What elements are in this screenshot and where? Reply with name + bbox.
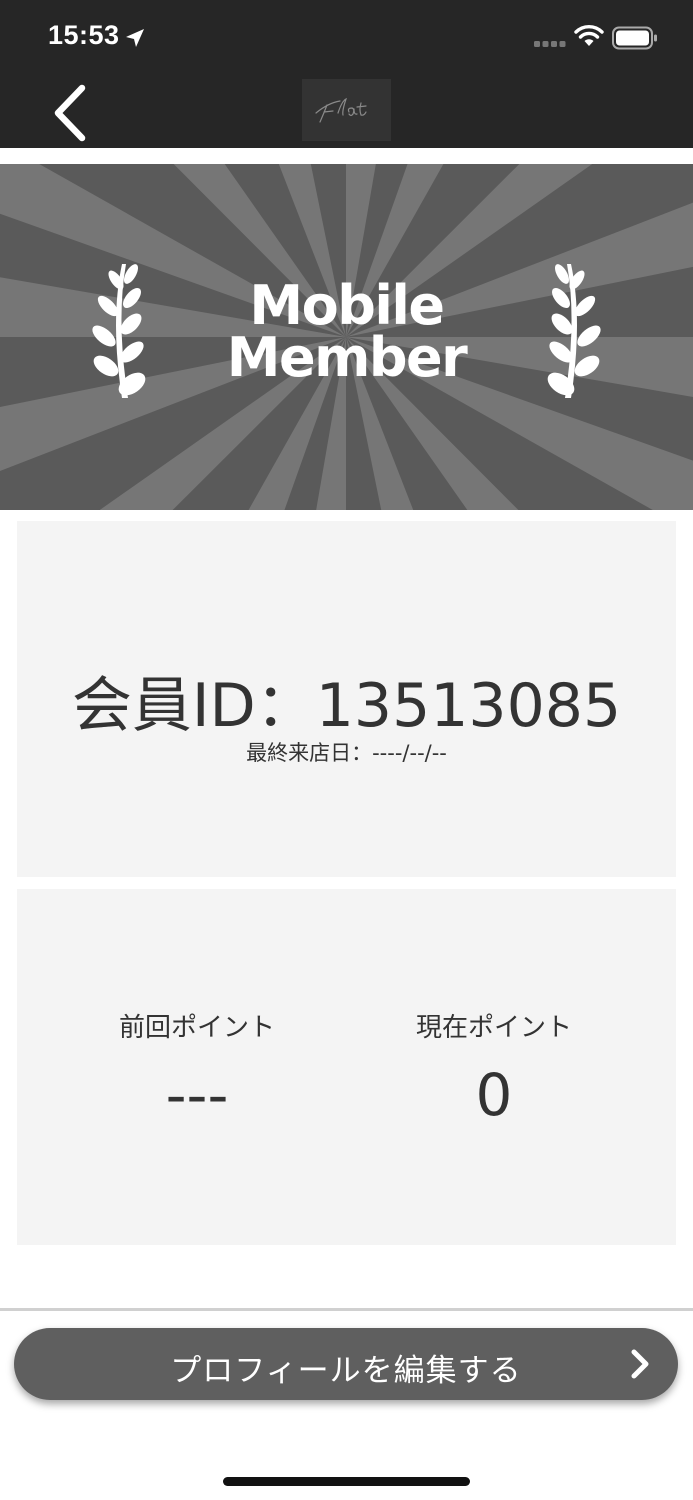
banner-title-line2: Member xyxy=(226,326,468,389)
current-points-label: 現在ポイント xyxy=(415,1013,572,1043)
status-bar: 15:53 xyxy=(0,0,693,76)
back-chevron-icon[interactable] xyxy=(44,80,100,144)
points-card: 前回ポイント --- 現在ポイント 0 xyxy=(17,889,676,1245)
footer-divider xyxy=(0,1308,693,1311)
navigation-bar xyxy=(0,76,693,148)
last-visit-date: 最終来店日：----/--/-- xyxy=(246,741,447,765)
flat-script-logo-icon xyxy=(315,97,367,123)
previous-points-label: 前回ポイント xyxy=(118,1013,275,1043)
previous-points-value: --- xyxy=(165,1061,229,1129)
edit-profile-label: プロフィールを編集する xyxy=(170,1353,522,1389)
mobile-member-banner: Mobile Member xyxy=(0,164,693,510)
cellular-signal-icon xyxy=(534,41,566,47)
wifi-icon xyxy=(574,25,604,46)
chevron-right-icon xyxy=(631,1349,649,1379)
home-indicator[interactable] xyxy=(223,1477,470,1486)
status-time: 15:53 xyxy=(48,20,120,50)
current-points-value: 0 xyxy=(475,1061,513,1129)
app-logo xyxy=(302,79,391,141)
edit-profile-button[interactable]: プロフィールを編集する xyxy=(14,1328,678,1400)
member-id: 会員ID：13513085 xyxy=(71,671,622,741)
member-id-card: 会員ID：13513085 最終来店日：----/--/-- xyxy=(17,521,676,877)
battery-icon xyxy=(612,26,657,50)
location-arrow-icon xyxy=(126,29,144,47)
banner-title: Mobile Member xyxy=(0,274,693,389)
banner-title-line1: Mobile xyxy=(249,274,445,337)
